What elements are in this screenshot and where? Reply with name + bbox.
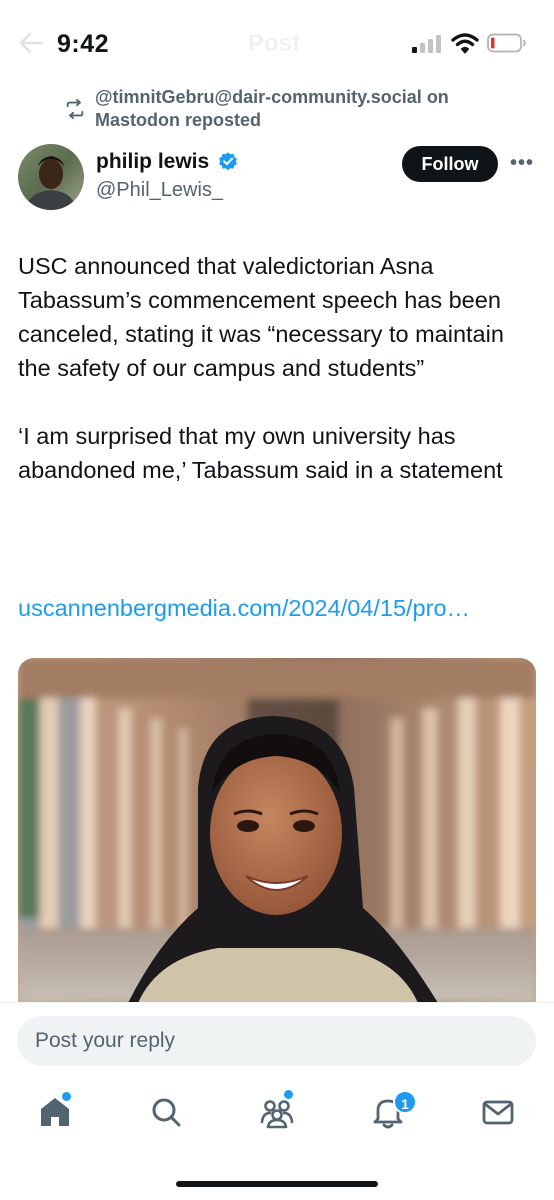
status-bar: 9:42 Post	[0, 0, 554, 84]
wifi-icon	[451, 33, 479, 54]
tweet-text: USC announced that valedictorian Asna Ta…	[18, 249, 538, 487]
tweet-paragraph-1: USC announced that valedictorian Asna Ta…	[18, 253, 504, 381]
author-name[interactable]: philip lewis	[96, 150, 209, 174]
clock: 9:42	[57, 30, 110, 58]
repost-icon	[66, 98, 84, 120]
communities-notification-dot	[284, 1090, 293, 1099]
tweet-photo[interactable]	[18, 658, 536, 1003]
tweet-paragraph-2: ‘I am surprised that my own university h…	[18, 423, 503, 483]
battery-icon	[487, 33, 526, 53]
reply-composer[interactable]	[17, 1016, 536, 1066]
tweet-link[interactable]: uscannenbergmedia.com/2024/04/15/pro…	[18, 591, 554, 625]
header-title: Post	[248, 30, 301, 57]
avatar[interactable]	[18, 144, 84, 210]
more-options-icon[interactable]: •••	[510, 152, 536, 176]
author-handle[interactable]: @Phil_Lewis_	[96, 179, 223, 202]
divider	[0, 1002, 554, 1003]
notifications-badge: 1	[393, 1090, 417, 1114]
home-notification-dot	[62, 1092, 71, 1101]
reply-input[interactable]	[35, 1016, 515, 1066]
repost-label: @timnitGebru@dair-community.social on Ma…	[95, 87, 449, 130]
back-arrow-icon[interactable]	[16, 28, 46, 58]
cellular-signal-icon	[412, 35, 441, 53]
search-icon[interactable]	[146, 1092, 186, 1132]
verified-badge-icon	[219, 152, 237, 171]
home-indicator	[176, 1181, 378, 1187]
follow-button[interactable]: Follow	[402, 146, 498, 182]
messages-icon[interactable]	[478, 1092, 518, 1132]
